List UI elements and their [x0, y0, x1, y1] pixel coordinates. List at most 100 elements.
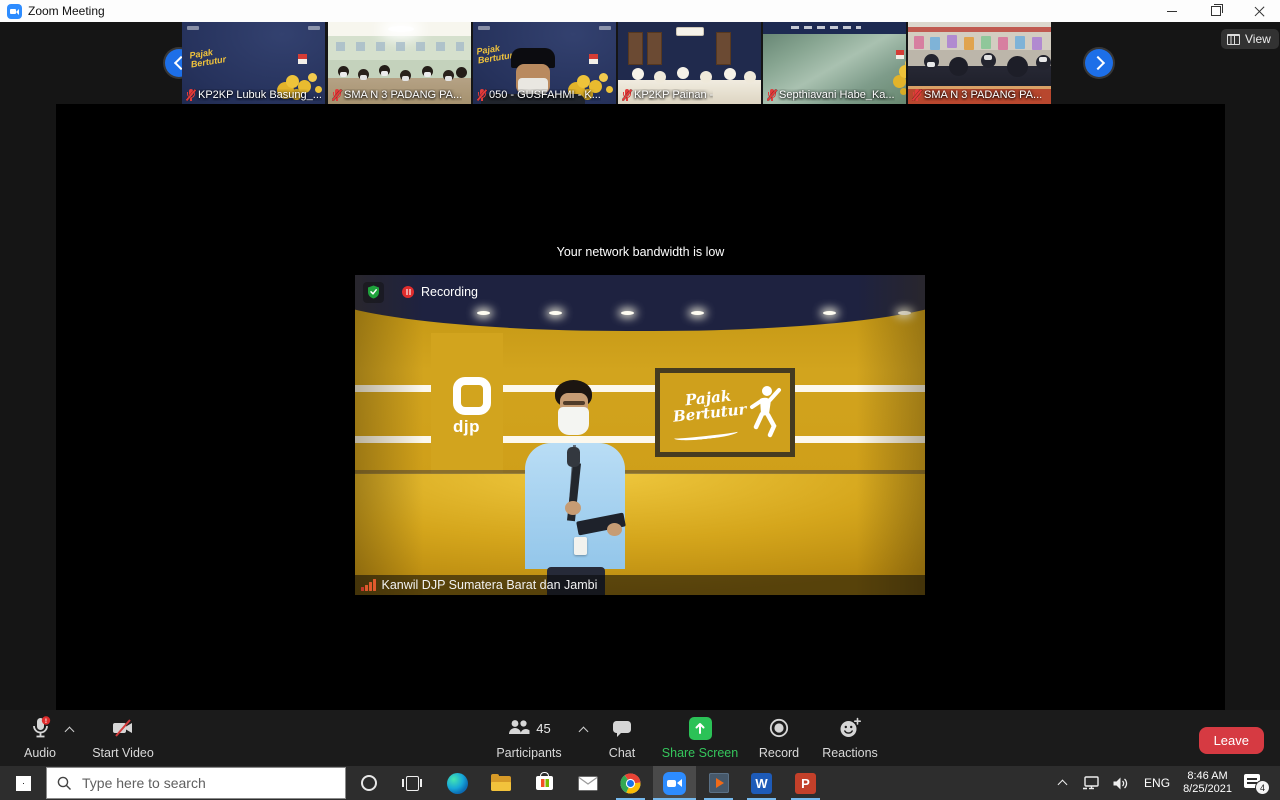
- taskbar-clock[interactable]: 8:46 AM 8/25/2021: [1183, 766, 1232, 800]
- taskbar-app-edge[interactable]: [436, 766, 479, 800]
- taskbar-app-powerpoint[interactable]: P: [784, 766, 827, 800]
- flag-graphic: [298, 54, 307, 64]
- recording-indicator: Recording: [363, 281, 478, 303]
- participant-thumbnail[interactable]: Pajak Bertutur 050 - GUSFAHMI - K...: [473, 22, 616, 104]
- face-mask: [558, 407, 589, 435]
- volume-icon[interactable]: [1112, 766, 1129, 800]
- reactions-label: Reactions: [822, 746, 878, 760]
- participants-button[interactable]: 45 Participants: [487, 716, 571, 760]
- search-icon: [57, 776, 72, 791]
- microsoft-store-icon: [536, 776, 553, 790]
- zoom-taskbar-icon: [663, 772, 686, 795]
- flag-graphic: [589, 54, 598, 64]
- audio-button[interactable]: ! Audio: [12, 716, 68, 760]
- chevron-right-icon: [1090, 56, 1104, 70]
- search-input[interactable]: [80, 774, 345, 792]
- notification-badge: 4: [1255, 780, 1270, 795]
- muted-mic-icon: [332, 89, 341, 101]
- participant-thumbnail[interactable]: KP2KP Painan -: [618, 22, 761, 104]
- zoom-meeting-screen: Zoom Meeting View Pajak Bertutur KP2KP L…: [0, 0, 1280, 800]
- window-title-bar: Zoom Meeting: [0, 0, 1280, 22]
- chat-button[interactable]: Chat: [598, 716, 646, 760]
- participant-thumbnail[interactable]: Pajak Bertutur KP2KP Lubuk Basung_...: [182, 22, 325, 104]
- participant-thumbnail[interactable]: SMA N 3 PADANG PA...: [328, 22, 471, 104]
- share-screen-icon: [689, 717, 712, 740]
- language-indicator[interactable]: ENG: [1144, 766, 1170, 800]
- start-video-label: Start Video: [92, 746, 154, 760]
- view-label: View: [1245, 32, 1271, 46]
- muted-mic-icon: [622, 89, 631, 101]
- video-off-icon: [110, 716, 136, 740]
- taskbar-app-file-explorer[interactable]: [479, 766, 522, 800]
- reactions-button[interactable]: Reactions: [812, 716, 888, 760]
- participants-options-chevron[interactable]: [580, 726, 588, 734]
- muted-mic-icon: [912, 89, 921, 101]
- close-button[interactable]: [1238, 0, 1280, 22]
- taskbar-app-zoom-active[interactable]: [653, 766, 696, 800]
- mascot-graphic: [286, 75, 299, 88]
- record-label: Record: [759, 746, 799, 760]
- participant-thumbnail[interactable]: SMA N 3 PADANG PA...: [908, 22, 1051, 104]
- taskbar-search[interactable]: [46, 767, 346, 799]
- network-icon[interactable]: [1082, 766, 1100, 800]
- bandwidth-warning: Your network bandwidth is low: [56, 245, 1225, 259]
- zoom-window-body: View Pajak Bertutur KP2KP Lubuk Basung_.…: [0, 22, 1280, 766]
- word-icon: W: [751, 773, 772, 794]
- video-caption: Kanwil DJP Sumatera Barat dan Jambi: [382, 578, 598, 592]
- video-caption-bar: Kanwil DJP Sumatera Barat dan Jambi: [355, 575, 925, 595]
- participant-name: KP2KP Painan -: [634, 89, 713, 101]
- muted-mic-icon: [767, 89, 776, 101]
- gallery-grid-icon: [1227, 34, 1240, 45]
- id-badge: [574, 537, 587, 555]
- participant-name: SMA N 3 PADANG PA...: [924, 89, 1042, 101]
- mascot-graphic: [577, 75, 590, 88]
- task-view-icon[interactable]: [402, 775, 422, 791]
- reactions-icon: [838, 716, 862, 740]
- start-button[interactable]: [0, 766, 46, 800]
- taskbar-app-store[interactable]: [523, 766, 566, 800]
- svg-text:!: !: [45, 718, 47, 725]
- restore-button[interactable]: [1194, 0, 1238, 22]
- participant-name: Septhiavani Habe_Ka...: [779, 89, 895, 101]
- file-explorer-icon: [491, 776, 511, 791]
- chat-label: Chat: [609, 746, 635, 760]
- edge-icon: [447, 773, 468, 794]
- cortana-icon[interactable]: [361, 775, 377, 791]
- participants-label: Participants: [496, 746, 561, 760]
- tray-overflow-chevron[interactable]: [1058, 778, 1068, 788]
- participant-name: KP2KP Lubuk Basung_...: [198, 89, 322, 101]
- participant-thumbnail[interactable]: Septhiavani Habe_Ka...: [763, 22, 906, 104]
- minimize-button[interactable]: [1150, 0, 1194, 22]
- start-video-button[interactable]: Start Video: [88, 716, 158, 760]
- leave-button[interactable]: Leave: [1199, 727, 1264, 754]
- movies-tv-icon: [709, 773, 729, 793]
- participant-name: 050 - GUSFAHMI - K...: [489, 89, 601, 101]
- participants-count: 45: [536, 721, 550, 736]
- participants-icon: [507, 718, 531, 738]
- taskbar-app-word[interactable]: W: [740, 766, 783, 800]
- signal-strength-icon: [361, 579, 376, 591]
- shared-screen-stage: Your network bandwidth is low djp Pajak …: [56, 104, 1225, 710]
- encryption-shield-icon: [363, 282, 384, 303]
- taskbar-app-movies-tv[interactable]: [697, 766, 740, 800]
- mic-icon: !: [29, 716, 51, 740]
- record-button[interactable]: Record: [749, 716, 809, 760]
- share-screen-button[interactable]: Share Screen: [657, 716, 743, 760]
- minimize-icon: [1167, 11, 1177, 12]
- filmstrip-next-button[interactable]: [1085, 49, 1113, 77]
- record-icon: [768, 716, 790, 740]
- chrome-icon: [620, 773, 641, 794]
- action-center-button[interactable]: 4: [1244, 773, 1268, 793]
- audio-options-chevron[interactable]: [66, 726, 74, 734]
- clock-time: 8:46 AM: [1187, 770, 1227, 782]
- system-tray: ENG 8:46 AM 8/25/2021 4: [1050, 766, 1280, 800]
- zoom-app-icon: [7, 4, 22, 19]
- view-menu-button[interactable]: View: [1221, 29, 1279, 49]
- meeting-toolbar: ! Audio Start Video: [0, 710, 1280, 766]
- windows-taskbar: W P ENG 8:46 AM: [0, 766, 1280, 800]
- taskbar-app-chrome[interactable]: [609, 766, 652, 800]
- muted-mic-icon: [186, 89, 195, 101]
- close-icon: [1254, 6, 1264, 16]
- taskbar-app-mail[interactable]: [566, 766, 609, 800]
- mail-icon: [578, 776, 598, 791]
